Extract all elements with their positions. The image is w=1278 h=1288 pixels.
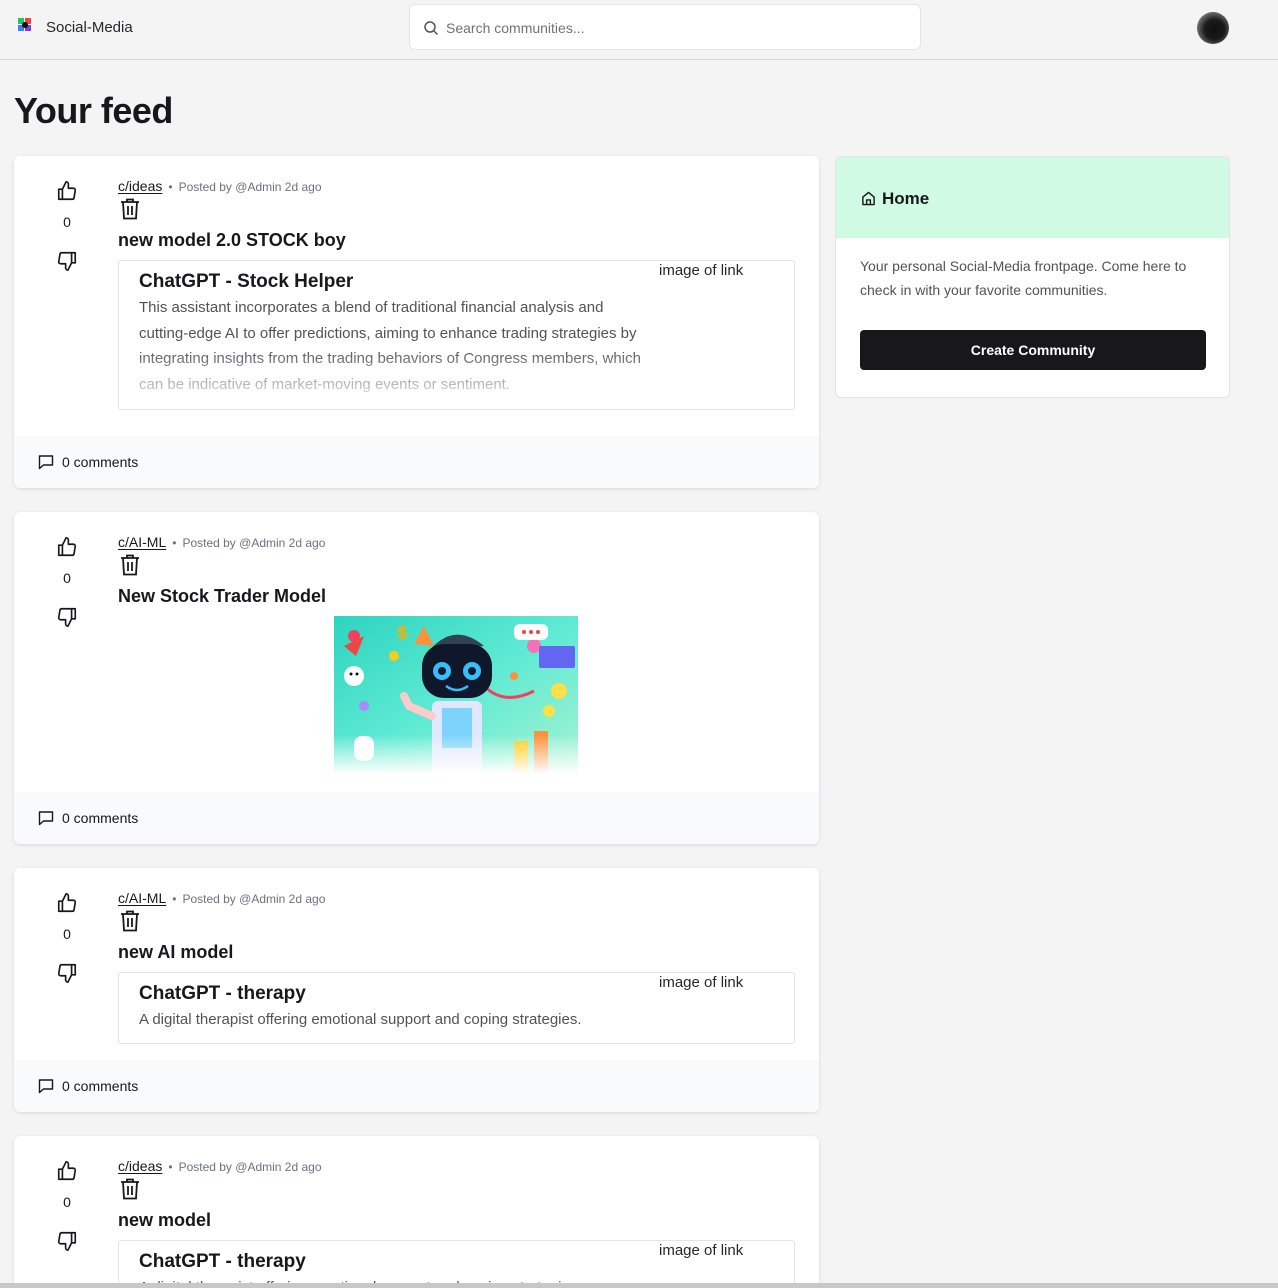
separator-dot: •	[168, 1160, 173, 1174]
link-preview[interactable]: ChatGPT - Stock Helper This assistant in…	[118, 260, 795, 410]
post-card: 0 c/AI-ML • Posted by @Admin 2d ago New St…	[14, 512, 819, 844]
link-description: A digital therapist offering emotional s…	[139, 1275, 699, 1283]
link-title: ChatGPT - therapy	[139, 1251, 306, 1272]
comments-link[interactable]: 0 comments	[62, 810, 138, 826]
link-image-alt: image of link	[659, 1242, 744, 1259]
post-footer: 0 comments	[14, 436, 819, 488]
post-title[interactable]: new AI model	[118, 942, 233, 963]
post-title[interactable]: New Stock Trader Model	[118, 586, 326, 607]
vote-count: 0	[63, 214, 71, 230]
subreddit-link[interactable]: c/AI-ML	[118, 534, 166, 550]
thumbs-down-icon[interactable]	[56, 962, 78, 984]
subreddit-link[interactable]: c/AI-ML	[118, 890, 166, 906]
sidebar-header: Home	[836, 157, 1229, 238]
home-icon	[862, 191, 875, 206]
horizontal-scrollbar[interactable]	[0, 1283, 1278, 1288]
link-preview[interactable]: ChatGPT - therapy A digital therapist of…	[118, 1240, 795, 1283]
search-bar[interactable]	[409, 4, 921, 50]
thumbs-up-icon[interactable]	[56, 180, 78, 202]
posted-by: Posted by @Admin 2d ago	[178, 1160, 322, 1174]
search-input[interactable]	[446, 15, 906, 41]
post-card: 0 c/AI-ML • Posted by @Admin 2d ago new AI…	[14, 868, 819, 1112]
post-meta: c/AI-ML • Posted by @Admin 2d ago	[118, 534, 325, 550]
post-title[interactable]: new model	[118, 1210, 211, 1231]
link-title: ChatGPT - Stock Helper	[139, 271, 354, 292]
link-preview[interactable]: ChatGPT - therapy A digital therapist of…	[118, 972, 795, 1044]
link-image-alt: image of link	[659, 262, 744, 279]
posted-by: Posted by @Admin 2d ago	[182, 892, 326, 906]
page-title: Your feed	[14, 90, 173, 131]
link-description: A digital therapist offering emotional s…	[139, 1011, 582, 1028]
app-logo-icon[interactable]	[17, 17, 33, 33]
sidebar-description: Your personal Social-Media frontpage. Co…	[860, 258, 1187, 298]
brand-name[interactable]: Social-Media	[46, 19, 133, 36]
post-card: 0 c/ideas • Posted by @Admin 2d ago new mo…	[14, 156, 819, 488]
trash-icon[interactable]	[120, 554, 140, 576]
vote-count: 0	[63, 1194, 71, 1210]
user-avatar[interactable]	[1197, 12, 1229, 44]
top-navbar: Social-Media	[0, 0, 1278, 60]
comments-link[interactable]: 0 comments	[62, 1078, 138, 1094]
post-image[interactable]: $	[334, 616, 578, 774]
thumbs-down-icon[interactable]	[56, 1230, 78, 1252]
thumbs-up-icon[interactable]	[56, 536, 78, 558]
trash-icon[interactable]	[120, 198, 140, 220]
subreddit-link[interactable]: c/ideas	[118, 178, 162, 194]
posted-by: Posted by @Admin 2d ago	[178, 180, 322, 194]
thumbs-up-icon[interactable]	[56, 892, 78, 914]
link-image-alt: image of link	[659, 974, 744, 991]
posted-by: Posted by @Admin 2d ago	[182, 536, 326, 550]
search-icon	[424, 21, 439, 36]
link-title: ChatGPT - therapy	[139, 983, 306, 1004]
separator-dot: •	[168, 180, 173, 194]
post-title[interactable]: new model 2.0 STOCK boy	[118, 230, 346, 251]
content-fade	[119, 349, 794, 409]
post-footer: 0 comments	[14, 792, 819, 844]
separator-dot: •	[172, 892, 177, 906]
post-meta: c/AI-ML • Posted by @Admin 2d ago	[118, 890, 325, 906]
vote-count: 0	[63, 926, 71, 942]
thumbs-up-icon[interactable]	[56, 1160, 78, 1182]
home-sidebar-card: Home Your personal Social-Media frontpag…	[835, 156, 1230, 398]
post-meta: c/ideas • Posted by @Admin 2d ago	[118, 1158, 322, 1174]
comments-link[interactable]: 0 comments	[62, 454, 138, 470]
message-square-icon	[38, 455, 54, 470]
subreddit-link[interactable]: c/ideas	[118, 1158, 162, 1174]
trash-icon[interactable]	[120, 1178, 140, 1200]
separator-dot: •	[172, 536, 177, 550]
thumbs-down-icon[interactable]	[56, 250, 78, 272]
post-meta: c/ideas • Posted by @Admin 2d ago	[118, 178, 322, 194]
create-community-button[interactable]: Create Community	[860, 330, 1206, 370]
sidebar-title: Home	[882, 189, 930, 208]
vote-count: 0	[63, 570, 71, 586]
message-square-icon	[38, 1079, 54, 1094]
thumbs-down-icon[interactable]	[56, 606, 78, 628]
post-footer: 0 comments	[14, 1060, 819, 1112]
message-square-icon	[38, 811, 54, 826]
post-card: 0 c/ideas • Posted by @Admin 2d ago new mo…	[14, 1136, 819, 1283]
trash-icon[interactable]	[120, 910, 140, 932]
